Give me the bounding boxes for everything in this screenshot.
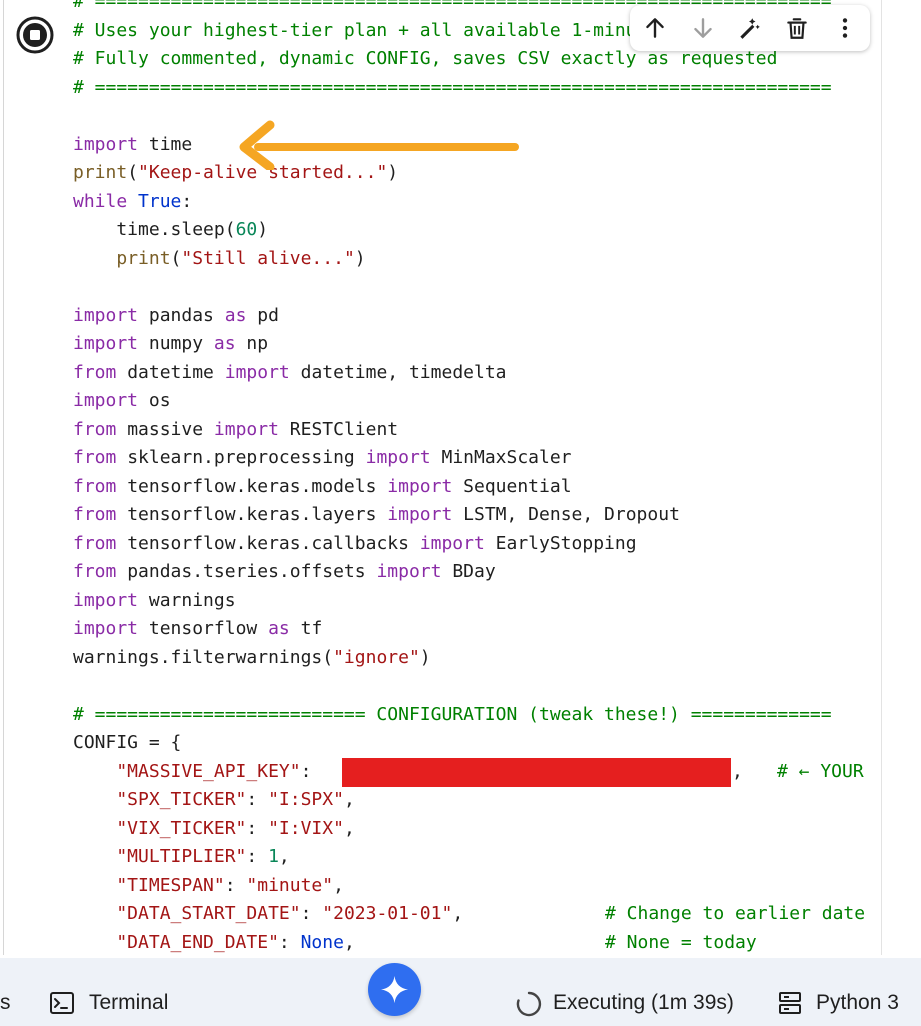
code-line: "TIMESPAN": "minute",	[73, 875, 344, 896]
colab-notebook: # ======================================…	[0, 0, 921, 1026]
cell-toolbar	[630, 5, 870, 51]
status-bar: s Terminal Executing (1m 39s) Python 3	[0, 958, 921, 1026]
code-line: from sklearn.preprocessing import MinMax…	[73, 447, 572, 468]
more-vert-icon[interactable]	[832, 15, 858, 41]
code-line: # ======================================…	[73, 77, 832, 98]
code-line: import tensorflow as tf	[73, 618, 323, 639]
code-comment: # Change to earlier date	[605, 903, 866, 924]
cell-left-border	[3, 0, 4, 955]
code-line: from massive import RESTClient	[73, 419, 399, 440]
arrow-down-icon[interactable]	[690, 15, 716, 41]
code-line: import warnings	[73, 590, 236, 611]
spinner-icon	[516, 991, 542, 1017]
code-line: # Uses your highest-tier plan + all avai…	[73, 20, 713, 41]
sparkle-icon	[380, 975, 409, 1004]
stop-execution-icon[interactable]	[15, 15, 55, 55]
terminal-button[interactable]: Terminal	[89, 990, 168, 1016]
arrow-up-icon[interactable]	[642, 15, 668, 41]
annotation-arrow-icon	[239, 120, 519, 170]
cell-right-border	[881, 0, 882, 955]
code-line: from tensorflow.keras.layers import LSTM…	[73, 504, 680, 525]
trash-icon[interactable]	[784, 15, 810, 41]
code-line: "VIX_TICKER": "I:VIX",	[73, 818, 355, 839]
gemini-button[interactable]	[368, 963, 421, 1016]
statusbar-left-fragment[interactable]: s	[0, 990, 11, 1016]
code-line: warnings.filterwarnings("ignore")	[73, 647, 431, 668]
code-line: import pandas as pd	[73, 305, 279, 326]
code-line: from tensorflow.keras.models import Sequ…	[73, 476, 572, 497]
code-line: "MASSIVE_API_KEY":	[73, 761, 323, 782]
code-line: import os	[73, 390, 171, 411]
code-line: ,	[732, 761, 743, 782]
code-line: "DATA_END_DATE": None,	[73, 932, 355, 953]
code-line: from tensorflow.keras.callbacks import E…	[73, 533, 637, 554]
code-line: time.sleep(60)	[73, 219, 269, 240]
code-comment: # ← YOUR	[777, 761, 864, 782]
redaction-block	[342, 758, 731, 787]
code-line: "SPX_TICKER": "I:SPX",	[73, 789, 355, 810]
code-line: from datetime import datetime, timedelta	[73, 362, 507, 383]
code-line: import numpy as np	[73, 333, 269, 354]
code-line: while True:	[73, 191, 193, 212]
executing-status[interactable]: Executing (1m 39s)	[553, 990, 734, 1016]
runtime-label[interactable]: Python 3	[816, 990, 899, 1016]
code-comment: # None = today	[605, 932, 757, 953]
code-line: "MULTIPLIER": 1,	[73, 846, 290, 867]
code-line: import time	[73, 134, 193, 155]
code-line: from pandas.tseries.offsets import BDay	[73, 561, 496, 582]
code-line: "DATA_START_DATE": "2023-01-01",	[73, 903, 464, 924]
magic-pen-icon[interactable]	[736, 15, 762, 41]
code-line: print("Still alive...")	[116, 248, 366, 269]
runtime-server-icon[interactable]	[778, 991, 802, 1015]
terminal-icon[interactable]	[50, 992, 74, 1014]
code-line: CONFIG = {	[73, 732, 182, 753]
code-line: # ========================= CONFIGURATIO…	[73, 704, 832, 725]
